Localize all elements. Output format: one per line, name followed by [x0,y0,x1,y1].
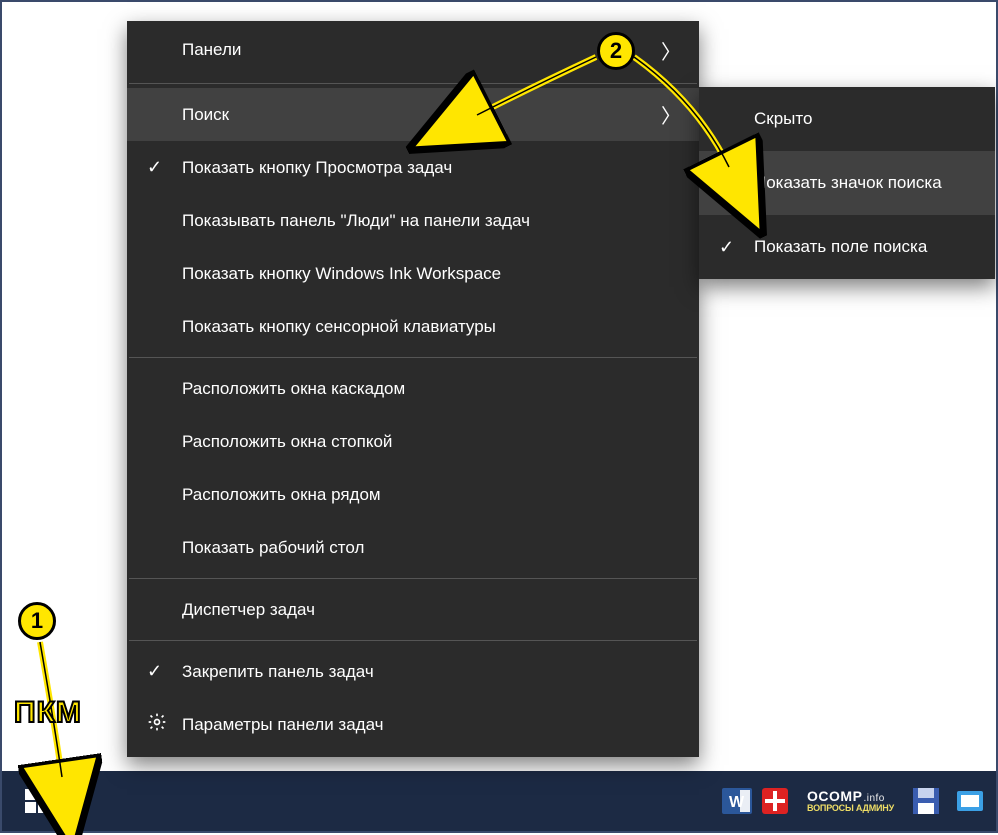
annotation-marker-2: 2 [597,32,635,70]
annotation-arrows [2,2,998,835]
annotation-pkm-label: ПКМ [14,696,82,730]
annotation-marker-text: 2 [610,38,622,64]
annotation-marker-1: 1 [18,602,56,640]
annotation-marker-text: 1 [31,608,43,634]
